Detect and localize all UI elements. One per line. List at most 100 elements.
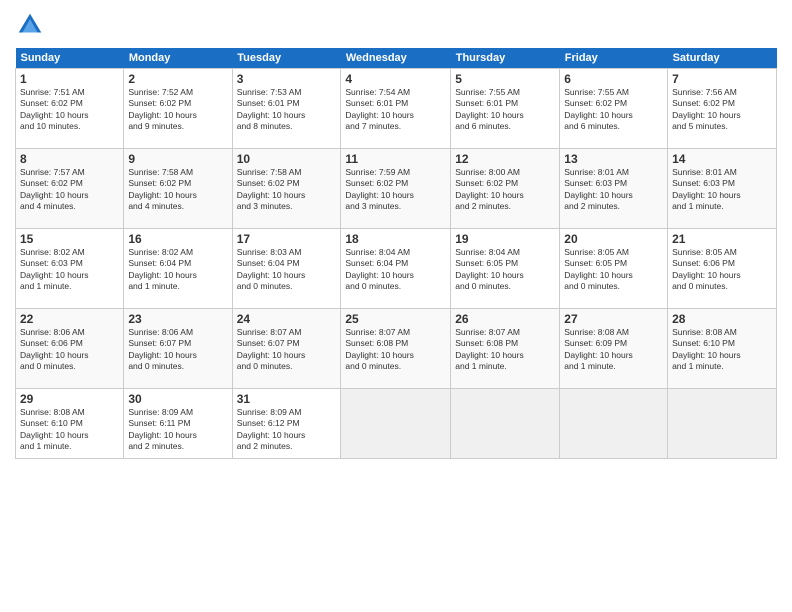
- header-cell-monday: Monday: [124, 48, 232, 69]
- day-cell: [560, 389, 668, 459]
- day-info: Sunrise: 8:06 AM Sunset: 6:07 PM Dayligh…: [128, 327, 227, 373]
- day-info: Sunrise: 8:02 AM Sunset: 6:03 PM Dayligh…: [20, 247, 119, 293]
- day-cell: 25Sunrise: 8:07 AM Sunset: 6:08 PM Dayli…: [341, 309, 451, 389]
- day-info: Sunrise: 8:08 AM Sunset: 6:10 PM Dayligh…: [20, 407, 119, 453]
- day-cell: 19Sunrise: 8:04 AM Sunset: 6:05 PM Dayli…: [451, 229, 560, 309]
- page: SundayMondayTuesdayWednesdayThursdayFrid…: [0, 0, 792, 612]
- logo-icon: [15, 10, 45, 40]
- day-info: Sunrise: 7:55 AM Sunset: 6:01 PM Dayligh…: [455, 87, 555, 133]
- week-row-2: 8Sunrise: 7:57 AM Sunset: 6:02 PM Daylig…: [16, 149, 777, 229]
- day-number: 20: [564, 232, 663, 246]
- day-info: Sunrise: 8:07 AM Sunset: 6:08 PM Dayligh…: [345, 327, 446, 373]
- day-cell: 11Sunrise: 7:59 AM Sunset: 6:02 PM Dayli…: [341, 149, 451, 229]
- header-cell-wednesday: Wednesday: [341, 48, 451, 69]
- day-cell: 8Sunrise: 7:57 AM Sunset: 6:02 PM Daylig…: [16, 149, 124, 229]
- day-info: Sunrise: 8:00 AM Sunset: 6:02 PM Dayligh…: [455, 167, 555, 213]
- day-cell: 31Sunrise: 8:09 AM Sunset: 6:12 PM Dayli…: [232, 389, 341, 459]
- day-cell: 27Sunrise: 8:08 AM Sunset: 6:09 PM Dayli…: [560, 309, 668, 389]
- day-number: 10: [237, 152, 337, 166]
- day-info: Sunrise: 7:55 AM Sunset: 6:02 PM Dayligh…: [564, 87, 663, 133]
- day-cell: 30Sunrise: 8:09 AM Sunset: 6:11 PM Dayli…: [124, 389, 232, 459]
- header-cell-saturday: Saturday: [668, 48, 777, 69]
- logo: [15, 10, 47, 40]
- day-cell: 22Sunrise: 8:06 AM Sunset: 6:06 PM Dayli…: [16, 309, 124, 389]
- day-info: Sunrise: 7:53 AM Sunset: 6:01 PM Dayligh…: [237, 87, 337, 133]
- week-row-3: 15Sunrise: 8:02 AM Sunset: 6:03 PM Dayli…: [16, 229, 777, 309]
- day-cell: 7Sunrise: 7:56 AM Sunset: 6:02 PM Daylig…: [668, 69, 777, 149]
- day-number: 13: [564, 152, 663, 166]
- day-number: 27: [564, 312, 663, 326]
- header-row: SundayMondayTuesdayWednesdayThursdayFrid…: [16, 48, 777, 69]
- day-info: Sunrise: 8:05 AM Sunset: 6:05 PM Dayligh…: [564, 247, 663, 293]
- day-number: 29: [20, 392, 119, 406]
- day-info: Sunrise: 7:58 AM Sunset: 6:02 PM Dayligh…: [237, 167, 337, 213]
- day-info: Sunrise: 7:54 AM Sunset: 6:01 PM Dayligh…: [345, 87, 446, 133]
- header-cell-sunday: Sunday: [16, 48, 124, 69]
- day-cell: 5Sunrise: 7:55 AM Sunset: 6:01 PM Daylig…: [451, 69, 560, 149]
- day-info: Sunrise: 7:57 AM Sunset: 6:02 PM Dayligh…: [20, 167, 119, 213]
- day-number: 21: [672, 232, 772, 246]
- day-cell: 13Sunrise: 8:01 AM Sunset: 6:03 PM Dayli…: [560, 149, 668, 229]
- day-cell: [451, 389, 560, 459]
- day-number: 17: [237, 232, 337, 246]
- day-number: 19: [455, 232, 555, 246]
- day-number: 3: [237, 72, 337, 86]
- day-cell: 9Sunrise: 7:58 AM Sunset: 6:02 PM Daylig…: [124, 149, 232, 229]
- day-number: 25: [345, 312, 446, 326]
- day-info: Sunrise: 7:59 AM Sunset: 6:02 PM Dayligh…: [345, 167, 446, 213]
- day-cell: 3Sunrise: 7:53 AM Sunset: 6:01 PM Daylig…: [232, 69, 341, 149]
- day-info: Sunrise: 8:08 AM Sunset: 6:10 PM Dayligh…: [672, 327, 772, 373]
- day-number: 6: [564, 72, 663, 86]
- day-number: 11: [345, 152, 446, 166]
- day-info: Sunrise: 8:08 AM Sunset: 6:09 PM Dayligh…: [564, 327, 663, 373]
- day-number: 1: [20, 72, 119, 86]
- day-cell: [668, 389, 777, 459]
- day-cell: 21Sunrise: 8:05 AM Sunset: 6:06 PM Dayli…: [668, 229, 777, 309]
- day-cell: 10Sunrise: 7:58 AM Sunset: 6:02 PM Dayli…: [232, 149, 341, 229]
- day-number: 30: [128, 392, 227, 406]
- day-info: Sunrise: 7:56 AM Sunset: 6:02 PM Dayligh…: [672, 87, 772, 133]
- day-info: Sunrise: 7:52 AM Sunset: 6:02 PM Dayligh…: [128, 87, 227, 133]
- day-number: 16: [128, 232, 227, 246]
- calendar-table: SundayMondayTuesdayWednesdayThursdayFrid…: [15, 48, 777, 459]
- day-number: 9: [128, 152, 227, 166]
- day-cell: 29Sunrise: 8:08 AM Sunset: 6:10 PM Dayli…: [16, 389, 124, 459]
- day-number: 22: [20, 312, 119, 326]
- day-info: Sunrise: 8:05 AM Sunset: 6:06 PM Dayligh…: [672, 247, 772, 293]
- day-number: 14: [672, 152, 772, 166]
- week-row-1: 1Sunrise: 7:51 AM Sunset: 6:02 PM Daylig…: [16, 69, 777, 149]
- day-number: 5: [455, 72, 555, 86]
- day-cell: 15Sunrise: 8:02 AM Sunset: 6:03 PM Dayli…: [16, 229, 124, 309]
- day-info: Sunrise: 8:07 AM Sunset: 6:07 PM Dayligh…: [237, 327, 337, 373]
- day-number: 7: [672, 72, 772, 86]
- day-info: Sunrise: 8:09 AM Sunset: 6:11 PM Dayligh…: [128, 407, 227, 453]
- day-info: Sunrise: 8:01 AM Sunset: 6:03 PM Dayligh…: [672, 167, 772, 213]
- day-number: 8: [20, 152, 119, 166]
- day-cell: 14Sunrise: 8:01 AM Sunset: 6:03 PM Dayli…: [668, 149, 777, 229]
- day-info: Sunrise: 8:04 AM Sunset: 6:04 PM Dayligh…: [345, 247, 446, 293]
- day-number: 2: [128, 72, 227, 86]
- day-info: Sunrise: 8:04 AM Sunset: 6:05 PM Dayligh…: [455, 247, 555, 293]
- day-number: 12: [455, 152, 555, 166]
- header-cell-thursday: Thursday: [451, 48, 560, 69]
- day-cell: 4Sunrise: 7:54 AM Sunset: 6:01 PM Daylig…: [341, 69, 451, 149]
- day-cell: 16Sunrise: 8:02 AM Sunset: 6:04 PM Dayli…: [124, 229, 232, 309]
- day-cell: 18Sunrise: 8:04 AM Sunset: 6:04 PM Dayli…: [341, 229, 451, 309]
- day-cell: 28Sunrise: 8:08 AM Sunset: 6:10 PM Dayli…: [668, 309, 777, 389]
- day-info: Sunrise: 8:02 AM Sunset: 6:04 PM Dayligh…: [128, 247, 227, 293]
- day-number: 24: [237, 312, 337, 326]
- day-number: 23: [128, 312, 227, 326]
- day-cell: 1Sunrise: 7:51 AM Sunset: 6:02 PM Daylig…: [16, 69, 124, 149]
- day-number: 31: [237, 392, 337, 406]
- day-info: Sunrise: 8:09 AM Sunset: 6:12 PM Dayligh…: [237, 407, 337, 453]
- day-cell: 24Sunrise: 8:07 AM Sunset: 6:07 PM Dayli…: [232, 309, 341, 389]
- day-cell: 12Sunrise: 8:00 AM Sunset: 6:02 PM Dayli…: [451, 149, 560, 229]
- day-cell: [341, 389, 451, 459]
- header-cell-friday: Friday: [560, 48, 668, 69]
- day-cell: 23Sunrise: 8:06 AM Sunset: 6:07 PM Dayli…: [124, 309, 232, 389]
- day-number: 26: [455, 312, 555, 326]
- day-cell: 17Sunrise: 8:03 AM Sunset: 6:04 PM Dayli…: [232, 229, 341, 309]
- day-number: 15: [20, 232, 119, 246]
- day-cell: 26Sunrise: 8:07 AM Sunset: 6:08 PM Dayli…: [451, 309, 560, 389]
- day-number: 28: [672, 312, 772, 326]
